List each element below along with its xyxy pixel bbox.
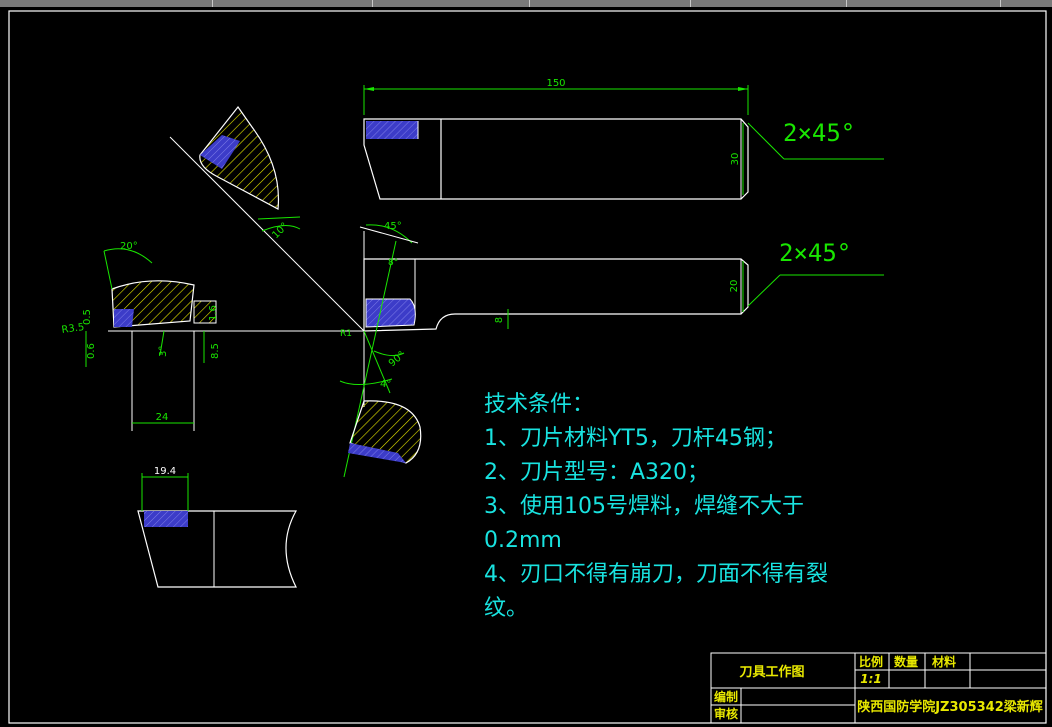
note-line-1: 1、刀片材料YT5，刀杆45钢；	[484, 426, 787, 451]
drawn-by-label: 编制	[713, 689, 738, 704]
chamfer-callout-2: 2×45°	[747, 239, 884, 307]
svg-text:150: 150	[546, 78, 565, 89]
dim-1-6: 1.6	[208, 305, 219, 321]
dim-90-angle: 90°	[387, 349, 408, 369]
svg-text:10°: 10°	[270, 221, 290, 241]
svg-text:2×45°: 2×45°	[779, 239, 851, 267]
checked-by-label: 审核	[714, 706, 738, 721]
dim-8-5: 8.5	[210, 343, 221, 359]
insert-top	[366, 121, 418, 139]
note-line-6: 纹。	[484, 596, 529, 621]
section-upper: 10°	[199, 105, 301, 241]
chamfer-callout-1: 2×45°	[747, 119, 884, 160]
svg-text:20: 20	[729, 280, 740, 293]
dim-8: 8	[494, 309, 509, 329]
note-line-2: 2、刀片型号：A320；	[484, 460, 710, 485]
organization: 陕西国防学院JZ305342梁新辉	[857, 699, 1043, 715]
dim-20-angle: 20°	[120, 241, 138, 252]
section-insert	[137, 473, 298, 588]
dim-8-deg: 8°	[388, 258, 398, 268]
note-line-4: 0.2mm	[484, 528, 562, 553]
scale-label: 比例	[859, 654, 883, 669]
material-label: 材料	[931, 654, 956, 669]
technical-notes: 技术条件： 1、刀片材料YT5，刀杆45钢； 2、刀片型号：A320； 3、使用…	[484, 388, 828, 626]
svg-text:2×45°: 2×45°	[783, 119, 855, 147]
dim-0-5: 0.5	[82, 309, 93, 325]
dim-3-angle: 3°	[158, 346, 169, 357]
drawing-name: 刀具工作图	[739, 664, 804, 680]
tool-top-view	[363, 118, 749, 200]
svg-text:45°: 45°	[384, 221, 402, 232]
dim-24: 24	[156, 412, 169, 423]
note-line-5: 4、刃口不得有崩刀，刀面不得有裂	[484, 562, 828, 587]
dim-4-angle: 4°	[380, 379, 391, 390]
dim-19-4: 19.4	[154, 466, 176, 477]
svg-text:8: 8	[494, 317, 505, 323]
tool-front-view	[363, 258, 749, 332]
toolbar-strip	[0, 0, 1052, 7]
section-left	[85, 248, 217, 431]
insert-front	[365, 298, 416, 328]
scale-value: 1:1	[860, 672, 882, 686]
quantity-label: 数量	[894, 654, 918, 669]
notes-title: 技术条件：	[484, 392, 595, 417]
dim-0-6: 0.6	[86, 343, 97, 359]
svg-text:30: 30	[730, 153, 741, 166]
dim-overall-length: 150	[363, 78, 749, 115]
section-lower	[339, 350, 422, 464]
dim-r1: R1	[340, 329, 352, 339]
note-line-3: 3、使用105号焊料，焊缝不大于	[484, 494, 804, 519]
